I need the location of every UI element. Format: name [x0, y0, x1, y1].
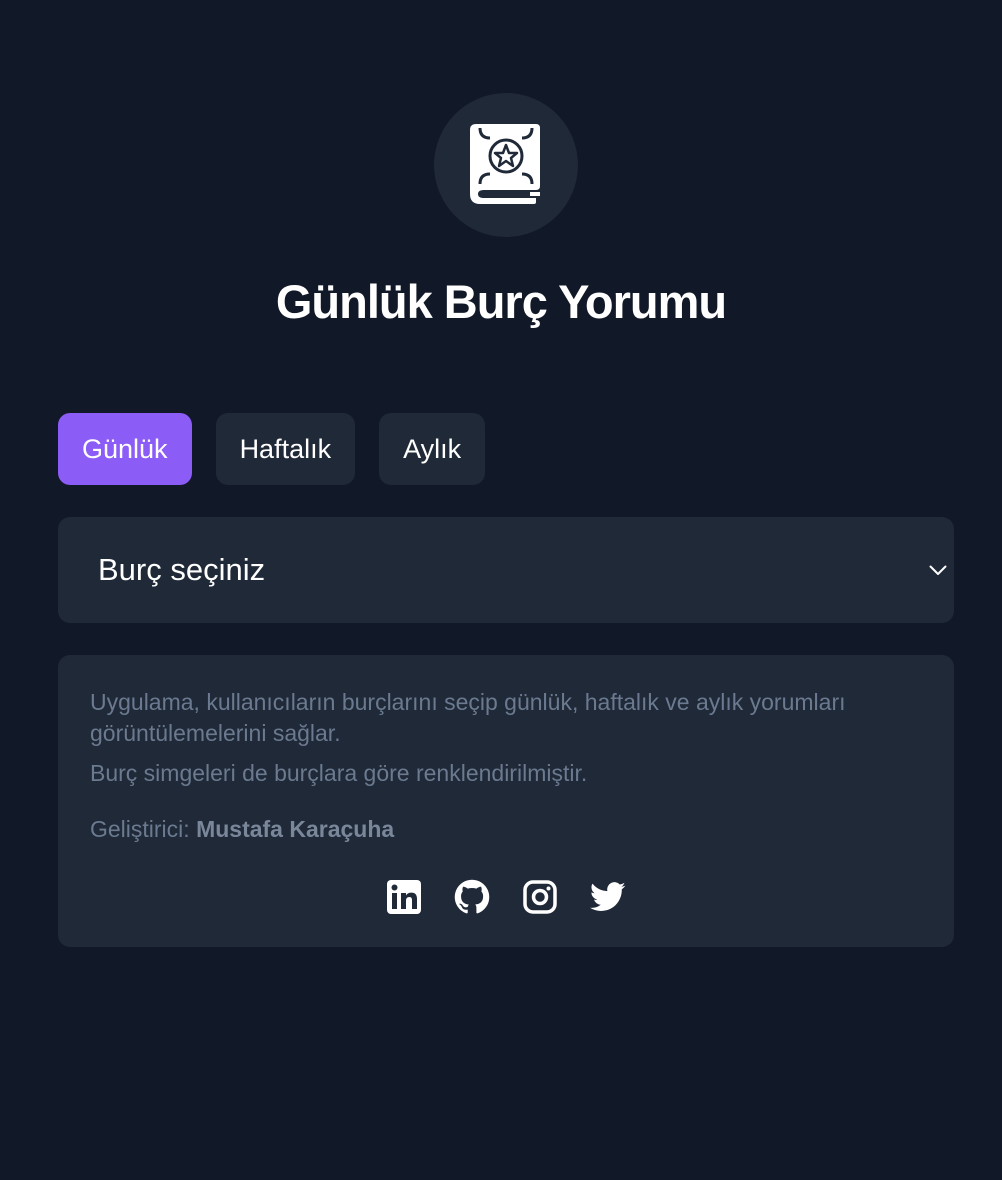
instagram-icon[interactable] — [522, 879, 558, 915]
page-title: Günlük Burç Yorumu — [275, 275, 727, 328]
github-icon[interactable] — [454, 879, 490, 915]
app-note: Burç simgeleri de burçlara göre renklend… — [90, 760, 588, 786]
info-card: Uygulama, kullanıcıların burçlarını seçi… — [58, 655, 954, 947]
developer-credit: Geliştirici: Mustafa Karaçuha — [90, 814, 922, 845]
developer-name: Mustafa Karaçuha — [196, 816, 395, 842]
horoscope-book-icon — [470, 124, 540, 204]
zodiac-select-value: Burç seçiniz — [98, 552, 266, 587]
linkedin-icon[interactable] — [386, 879, 422, 915]
app-logo — [434, 93, 578, 237]
zodiac-select[interactable]: Burç seçiniz — [58, 517, 954, 623]
developer-label: Geliştirici: — [90, 816, 190, 842]
app-description: Uygulama, kullanıcıların burçlarını seçi… — [90, 689, 846, 746]
tab-daily[interactable]: Günlük — [58, 413, 192, 485]
chevron-down-icon — [928, 560, 948, 580]
social-links — [58, 879, 954, 915]
tab-weekly[interactable]: Haftalık — [215, 413, 356, 485]
period-tabs: Günlük Haftalık Aylık — [58, 413, 486, 485]
tab-monthly[interactable]: Aylık — [379, 413, 486, 485]
twitter-icon[interactable] — [590, 879, 626, 915]
